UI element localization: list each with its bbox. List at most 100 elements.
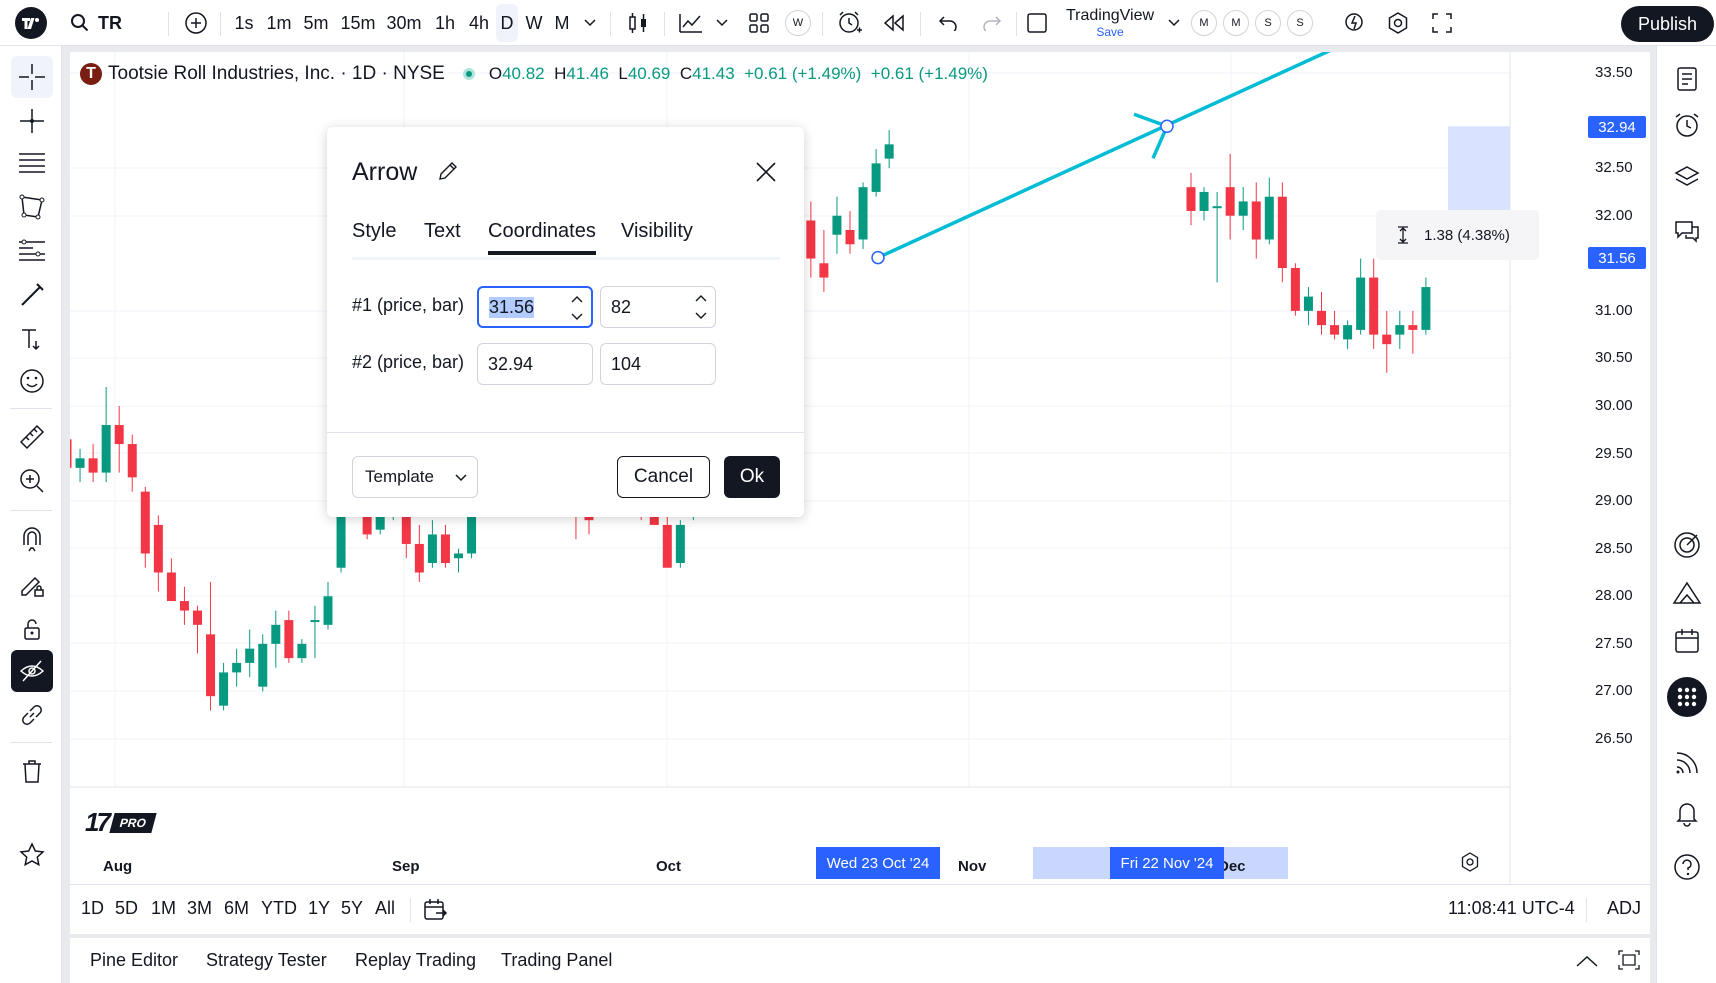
- watchlist-icon[interactable]: [1666, 58, 1708, 100]
- adj-toggle[interactable]: ADJ: [1607, 898, 1641, 919]
- clock-timezone[interactable]: 11:08:41 UTC-4: [1448, 898, 1575, 919]
- settings-gear-icon[interactable]: [1380, 0, 1416, 46]
- range-5y[interactable]: 5Y: [341, 898, 363, 919]
- ruler-icon[interactable]: [11, 416, 53, 458]
- close-icon[interactable]: [755, 161, 777, 188]
- tab-coordinates[interactable]: Coordinates: [488, 220, 596, 255]
- chart-pane[interactable]: T Tootsie Roll Industries, Inc. · 1D · N…: [70, 52, 1650, 884]
- text-icon[interactable]: [11, 318, 53, 360]
- range-1d[interactable]: 1D: [81, 898, 104, 919]
- zoom-in-icon[interactable]: [11, 460, 53, 502]
- mini-tag-1[interactable]: M: [1190, 0, 1218, 46]
- apps-grid-icon[interactable]: [1666, 676, 1708, 718]
- emoji-icon[interactable]: [11, 360, 53, 402]
- interval-1h[interactable]: 1h: [430, 0, 460, 46]
- cancel-button[interactable]: Cancel: [617, 456, 710, 498]
- chart-settings-icon[interactable]: [1460, 852, 1480, 877]
- trend-line-crosshair-icon[interactable]: [11, 100, 53, 142]
- bell-icon[interactable]: [1666, 792, 1708, 834]
- legend-title[interactable]: Tootsie Roll Industries, Inc. · 1D · NYS…: [108, 63, 445, 85]
- interval-1s[interactable]: 1s: [230, 0, 258, 46]
- point2-price-input[interactable]: 32.94: [477, 343, 593, 385]
- range-all[interactable]: All: [375, 898, 395, 919]
- lock-pencil-icon[interactable]: [11, 564, 53, 606]
- chart-canvas[interactable]: [70, 52, 1650, 884]
- range-5d[interactable]: 5D: [115, 898, 138, 919]
- tab-replay-trading[interactable]: Replay Trading: [355, 950, 476, 971]
- interval-15m[interactable]: 15m: [338, 0, 378, 46]
- crosshair-icon[interactable]: [11, 56, 53, 98]
- interval-30m[interactable]: 30m: [384, 0, 424, 46]
- interval-1m[interactable]: 1m: [264, 0, 294, 46]
- point2-bar-input[interactable]: 104: [600, 343, 716, 385]
- broadcast-icon[interactable]: [1666, 742, 1708, 784]
- time-label-nov: Nov: [958, 858, 987, 875]
- horizontal-lines-icon[interactable]: [11, 142, 53, 184]
- alert-icon[interactable]: [830, 0, 870, 46]
- pattern-icon[interactable]: [11, 186, 53, 228]
- range-ytd[interactable]: YTD: [261, 898, 297, 919]
- range-3m[interactable]: 3M: [187, 898, 212, 919]
- quick-search-icon[interactable]: [1338, 0, 1372, 46]
- link-icon[interactable]: [11, 694, 53, 736]
- mini-tag-3[interactable]: S: [1254, 0, 1282, 46]
- alarm-clock-icon[interactable]: [1666, 104, 1708, 146]
- tradingview-logo-icon[interactable]: [12, 0, 50, 46]
- range-1y[interactable]: 1Y: [308, 898, 330, 919]
- range-1m[interactable]: 1M: [151, 898, 176, 919]
- layouts-icon[interactable]: [742, 0, 776, 46]
- brush-icon[interactable]: [11, 274, 53, 316]
- indicators-icon[interactable]: [674, 0, 708, 46]
- point1-price-input[interactable]: 31.56: [477, 286, 593, 328]
- fullscreen-icon[interactable]: [1424, 0, 1460, 46]
- template-dropdown[interactable]: Template: [352, 456, 478, 498]
- trash-icon[interactable]: [11, 750, 53, 792]
- rename-pencil-icon[interactable]: [437, 160, 459, 187]
- tab-strategy-tester[interactable]: Strategy Tester: [206, 950, 327, 971]
- stepper-icon[interactable]: [569, 291, 585, 325]
- maximize-panel-icon[interactable]: [1618, 950, 1640, 975]
- mini-tag-2[interactable]: M: [1222, 0, 1250, 46]
- interval-d[interactable]: D: [496, 4, 518, 42]
- unlock-icon[interactable]: [11, 608, 53, 650]
- interval-4h[interactable]: 4h: [464, 0, 494, 46]
- tab-text[interactable]: Text: [424, 220, 461, 243]
- publish-button[interactable]: Publish: [1621, 6, 1714, 42]
- go-to-date-icon[interactable]: [422, 897, 448, 928]
- undo-icon[interactable]: [930, 0, 966, 46]
- chevron-down-icon[interactable]: [712, 0, 732, 46]
- interval-w[interactable]: W: [522, 0, 546, 46]
- mini-tag-4[interactable]: S: [1286, 0, 1314, 46]
- tab-style[interactable]: Style: [352, 220, 396, 243]
- tab-pine-editor[interactable]: Pine Editor: [90, 950, 178, 971]
- layout-name[interactable]: TradingView Save: [1060, 0, 1160, 46]
- hide-drawings-icon[interactable]: [11, 650, 53, 692]
- add-symbol-icon[interactable]: [180, 0, 212, 46]
- calendar-icon[interactable]: [1666, 620, 1708, 662]
- range-6m[interactable]: 6M: [224, 898, 249, 919]
- magnet-icon[interactable]: [11, 520, 53, 562]
- w-tag[interactable]: W: [784, 0, 812, 46]
- interval-5m[interactable]: 5m: [300, 0, 332, 46]
- target-icon[interactable]: [1666, 524, 1708, 566]
- ideas-icon[interactable]: [1666, 572, 1708, 614]
- help-icon[interactable]: [1666, 846, 1708, 888]
- candles-icon[interactable]: [620, 0, 656, 46]
- ok-button[interactable]: Ok: [724, 456, 780, 498]
- stepper-icon[interactable]: [693, 290, 709, 324]
- fib-icon[interactable]: [11, 230, 53, 272]
- chevron-up-icon[interactable]: [1576, 954, 1598, 972]
- redo-icon[interactable]: [974, 0, 1010, 46]
- chat-icon[interactable]: [1666, 210, 1708, 252]
- chevron-down-icon[interactable]: [580, 0, 600, 46]
- tab-trading-panel[interactable]: Trading Panel: [501, 950, 612, 971]
- symbol-search[interactable]: TR: [70, 0, 150, 46]
- star-favorites-icon[interactable]: [11, 834, 53, 876]
- layout-square-icon[interactable]: [1022, 0, 1052, 46]
- interval-m[interactable]: M: [550, 0, 574, 46]
- chevron-down-icon[interactable]: [1164, 0, 1184, 46]
- layers-icon[interactable]: [1666, 156, 1708, 198]
- tab-visibility[interactable]: Visibility: [621, 220, 693, 243]
- replay-icon[interactable]: [876, 0, 912, 46]
- point1-bar-input[interactable]: 82: [600, 286, 716, 328]
